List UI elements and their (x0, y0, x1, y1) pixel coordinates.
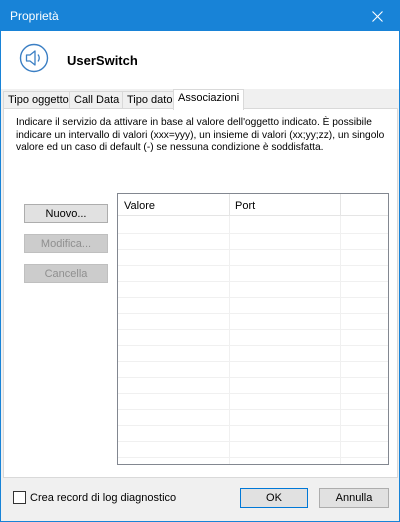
cancel-button[interactable]: Annulla (319, 488, 389, 508)
diagnostic-log-checkbox[interactable] (13, 491, 26, 504)
column-header-valore[interactable]: Valore (124, 200, 155, 212)
tab-strip: Tipo oggetto Call Data Tipo dato Associa… (3, 89, 397, 110)
list-header: Valore Port (118, 194, 388, 216)
title-bar: Proprietà (1, 1, 399, 31)
associations-panel: Indicare il servizio da attivare in base… (3, 108, 398, 478)
tab-associazioni[interactable]: Associazioni (173, 89, 245, 110)
column-header-port[interactable]: Port (235, 200, 255, 212)
tab-call-data[interactable]: Call Data (69, 91, 125, 109)
new-button[interactable]: Nuovo... (24, 204, 108, 223)
edit-button[interactable]: Modifica... (24, 234, 108, 253)
properties-dialog: Proprietà UserSwitch Tipo oggetto Call D… (0, 0, 400, 522)
close-icon (371, 10, 383, 22)
object-name: UserSwitch (67, 53, 138, 68)
delete-button[interactable]: Cancella (24, 264, 108, 283)
window-title: Proprietà (10, 9, 59, 23)
tab-tipo-dato[interactable]: Tipo dato (122, 91, 178, 109)
description-text: Indicare il servizio da attivare in base… (16, 117, 385, 153)
close-button[interactable] (355, 1, 399, 31)
diagnostic-log-option[interactable]: Crea record di log diagnostico (13, 491, 176, 504)
speaker-icon (19, 43, 49, 73)
ok-button[interactable]: OK (240, 488, 308, 508)
diagnostic-log-label: Crea record di log diagnostico (30, 491, 177, 504)
associations-list[interactable]: Valore Port (117, 193, 389, 465)
object-header: UserSwitch (1, 31, 399, 89)
tab-tipo-oggetto[interactable]: Tipo oggetto (3, 91, 74, 109)
